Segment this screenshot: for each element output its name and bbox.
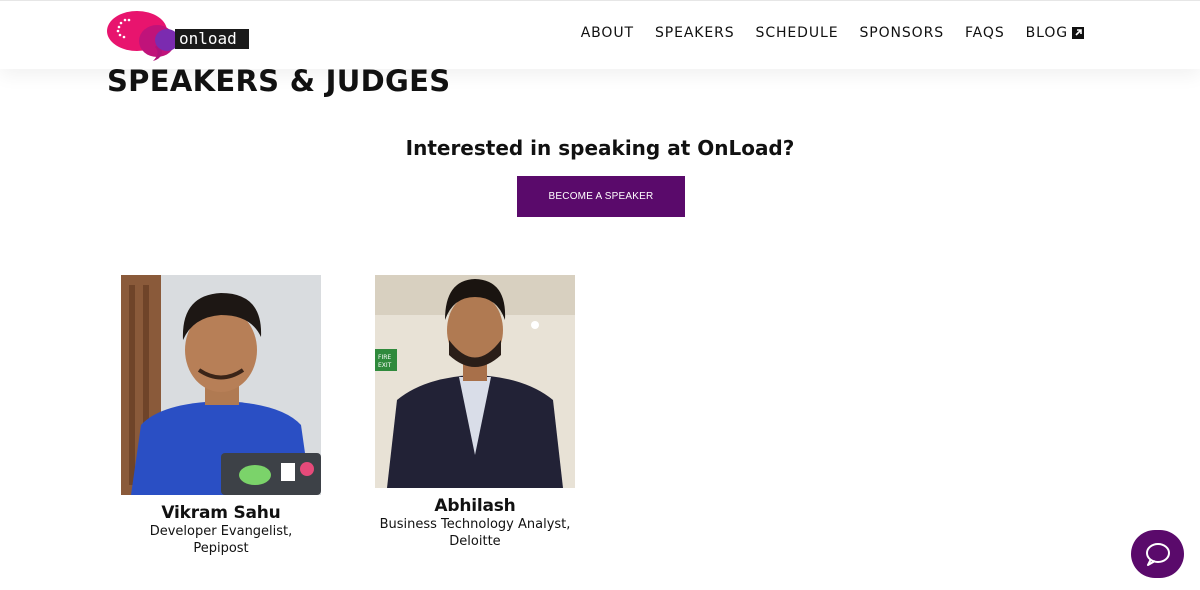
- nav-speakers[interactable]: SPEAKERS: [655, 25, 735, 41]
- svg-text:EXIT: EXIT: [378, 362, 392, 369]
- main-nav: ABOUT SPEAKERS SCHEDULE SPONSORS FAQS BL…: [560, 25, 1084, 41]
- speaker-role: Developer Evangelist,: [149, 524, 293, 539]
- nav-sponsors[interactable]: SPONSORS: [859, 25, 944, 41]
- speaker-company: Deloitte: [449, 534, 501, 549]
- chat-bubble-icon: [1145, 543, 1170, 566]
- page-title: SPEAKERS & JUDGES: [107, 64, 451, 98]
- speaker-company: Pepipost: [193, 541, 249, 556]
- nav-blog-label: BLOG: [1025, 25, 1068, 41]
- nav-faqs[interactable]: FAQS: [965, 25, 1005, 41]
- nav-schedule[interactable]: SCHEDULE: [756, 25, 839, 41]
- speaker-name: Vikram Sahu: [161, 503, 281, 523]
- cta-heading: Interested in speaking at OnLoad?: [405, 136, 795, 160]
- speaker-photo: [121, 275, 321, 495]
- svg-text:FIRE: FIRE: [378, 354, 391, 361]
- nav-blog[interactable]: BLOG: [1026, 25, 1084, 41]
- become-speaker-button[interactable]: BECOME A SPEAKER: [517, 176, 685, 217]
- speaker-card: Vikram Sahu Developer Evangelist, Pepipo…: [121, 275, 321, 557]
- speaker-role: Business Technology Analyst,: [379, 517, 571, 532]
- speaker-name: Abhilash: [434, 496, 516, 516]
- external-link-icon: [1072, 27, 1084, 39]
- onload-logo[interactable]: onload: [107, 7, 252, 63]
- speaker-card: FIRE EXIT Abhilash Business Technology A…: [375, 275, 575, 550]
- svg-text:onload: onload: [179, 29, 237, 48]
- nav-about[interactable]: ABOUT: [581, 25, 634, 41]
- speaker-photo: FIRE EXIT: [375, 275, 575, 488]
- chat-widget-button[interactable]: [1131, 530, 1184, 578]
- site-header: onload ABOUT SPEAKERS SCHEDULE SPONSORS …: [0, 0, 1200, 69]
